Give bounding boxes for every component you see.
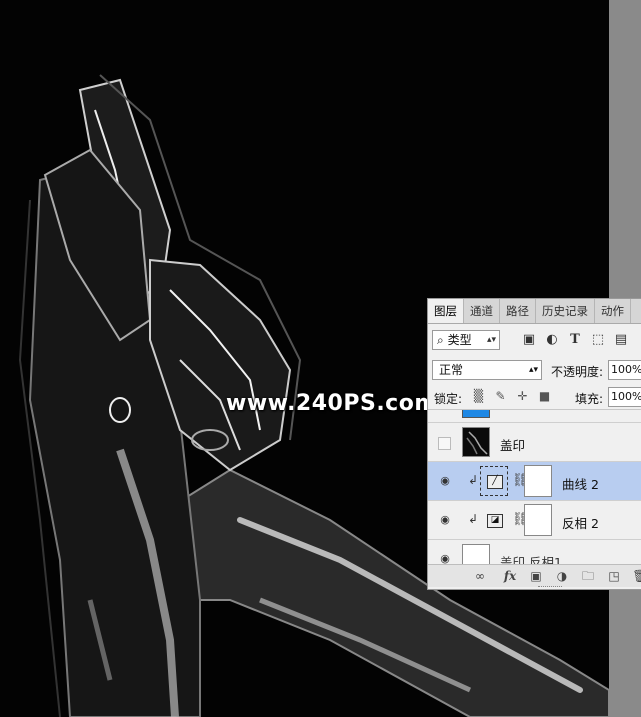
tab-history[interactable]: 历史记录: [536, 299, 595, 323]
delete-icon[interactable]: 🗑: [632, 568, 641, 584]
layer-thumbnail: [462, 427, 490, 457]
search-icon: ⌕: [437, 333, 444, 347]
tab-actions[interactable]: 动作: [595, 299, 631, 323]
panel-bottom-toolbar: ∞ fx ▣ ◑ 🗀 ◳ 🗑: [428, 564, 641, 587]
lock-position-icon[interactable]: ✛: [516, 390, 529, 403]
lock-label: 锁定:: [434, 392, 463, 406]
blend-mode-select[interactable]: 正常 ▴▾: [432, 360, 542, 380]
layer-name[interactable]: 盖印: [500, 435, 525, 454]
resize-grip[interactable]: [538, 586, 562, 589]
tab-channels[interactable]: 通道: [464, 299, 500, 323]
lock-all-icon[interactable]: ■: [538, 390, 551, 403]
curves-icon: ╱: [487, 475, 503, 489]
clipping-arrow-icon: ↲: [468, 473, 479, 487]
tab-layers[interactable]: 图层: [428, 299, 464, 323]
layer-mask-thumbnail[interactable]: [524, 465, 552, 497]
panel-tab-bar: 图层 通道 路径 历史记录 动作: [428, 299, 641, 324]
lock-fill-row: 锁定: ▒ ✎ ✛ ■ 填充: 100%: [428, 385, 641, 410]
layers-list[interactable]: 盖印 ◉ ↲ ╱ ⛓ 曲线 2 ◉ ↲ ◪ ⛓ 反相 2 ◉ 盖印 反相1: [428, 410, 641, 564]
adjustment-filter-icon[interactable]: ◐: [545, 333, 559, 347]
opacity-input[interactable]: 100%: [608, 360, 641, 380]
invert-icon: ◪: [487, 514, 503, 528]
eye-icon[interactable]: ◉: [438, 552, 452, 564]
visibility-toggle[interactable]: [438, 437, 451, 450]
smart-object-filter-icon[interactable]: ▤: [614, 333, 628, 347]
chevron-updown-icon: ▴▾: [528, 365, 538, 375]
layers-panel[interactable]: 图层 通道 路径 历史记录 动作 ⌕ 类型 ▴▾ ▣ ◐ T ⬚ ▤ 正常 ▴▾…: [427, 298, 641, 590]
layer-thumbnail: ╱: [480, 466, 508, 496]
layer-name[interactable]: 曲线 2: [562, 474, 599, 493]
layer-row[interactable]: [428, 410, 641, 423]
layer-name[interactable]: 盖印 反相1: [500, 552, 562, 564]
layer-mask-thumbnail[interactable]: [524, 504, 552, 536]
new-adjustment-icon[interactable]: ◑: [554, 568, 570, 584]
layer-row-selected[interactable]: ◉ ↲ ╱ ⛓ 曲线 2: [428, 462, 641, 501]
eye-icon[interactable]: ◉: [438, 474, 452, 488]
fill-input[interactable]: 100%: [608, 387, 641, 407]
clipping-arrow-icon: ↲: [468, 512, 479, 526]
layer-row[interactable]: ◉ ↲ ◪ ⛓ 反相 2: [428, 501, 641, 540]
layer-filter-row: ⌕ 类型 ▴▾ ▣ ◐ T ⬚ ▤: [428, 326, 641, 354]
tab-paths[interactable]: 路径: [500, 299, 536, 323]
shape-filter-icon[interactable]: ⬚: [591, 333, 605, 347]
layer-row[interactable]: 盖印: [428, 423, 641, 462]
layer-thumbnail: [462, 410, 490, 418]
blend-opacity-row: 正常 ▴▾ 不透明度: 100%: [428, 357, 641, 383]
link-layers-icon[interactable]: ∞: [472, 568, 488, 584]
new-group-icon[interactable]: 🗀: [580, 568, 596, 584]
image-filter-icon[interactable]: ▣: [522, 333, 536, 347]
chevron-updown-icon: ▴▾: [486, 335, 496, 345]
filter-kind-select[interactable]: ⌕ 类型 ▴▾: [432, 330, 500, 350]
layer-name[interactable]: 反相 2: [562, 513, 599, 532]
fx-icon[interactable]: fx: [502, 568, 518, 584]
type-filter-icon[interactable]: T: [568, 333, 582, 347]
opacity-label: 不透明度:: [551, 365, 604, 379]
blend-mode-value: 正常: [439, 363, 464, 377]
add-mask-icon[interactable]: ▣: [528, 568, 544, 584]
thumbnail-art: [466, 431, 488, 455]
eye-icon[interactable]: ◉: [438, 513, 452, 527]
lock-transparent-icon[interactable]: ▒: [472, 390, 485, 403]
layer-row[interactable]: ◉ 盖印 反相1: [428, 540, 641, 564]
layer-thumbnail: [462, 544, 490, 564]
new-layer-icon[interactable]: ◳: [606, 568, 622, 584]
watermark-text: www.240PS.com: [226, 391, 438, 416]
fill-label: 填充:: [575, 392, 604, 406]
filter-kind-label: 类型: [447, 333, 472, 347]
lock-image-icon[interactable]: ✎: [494, 390, 507, 403]
